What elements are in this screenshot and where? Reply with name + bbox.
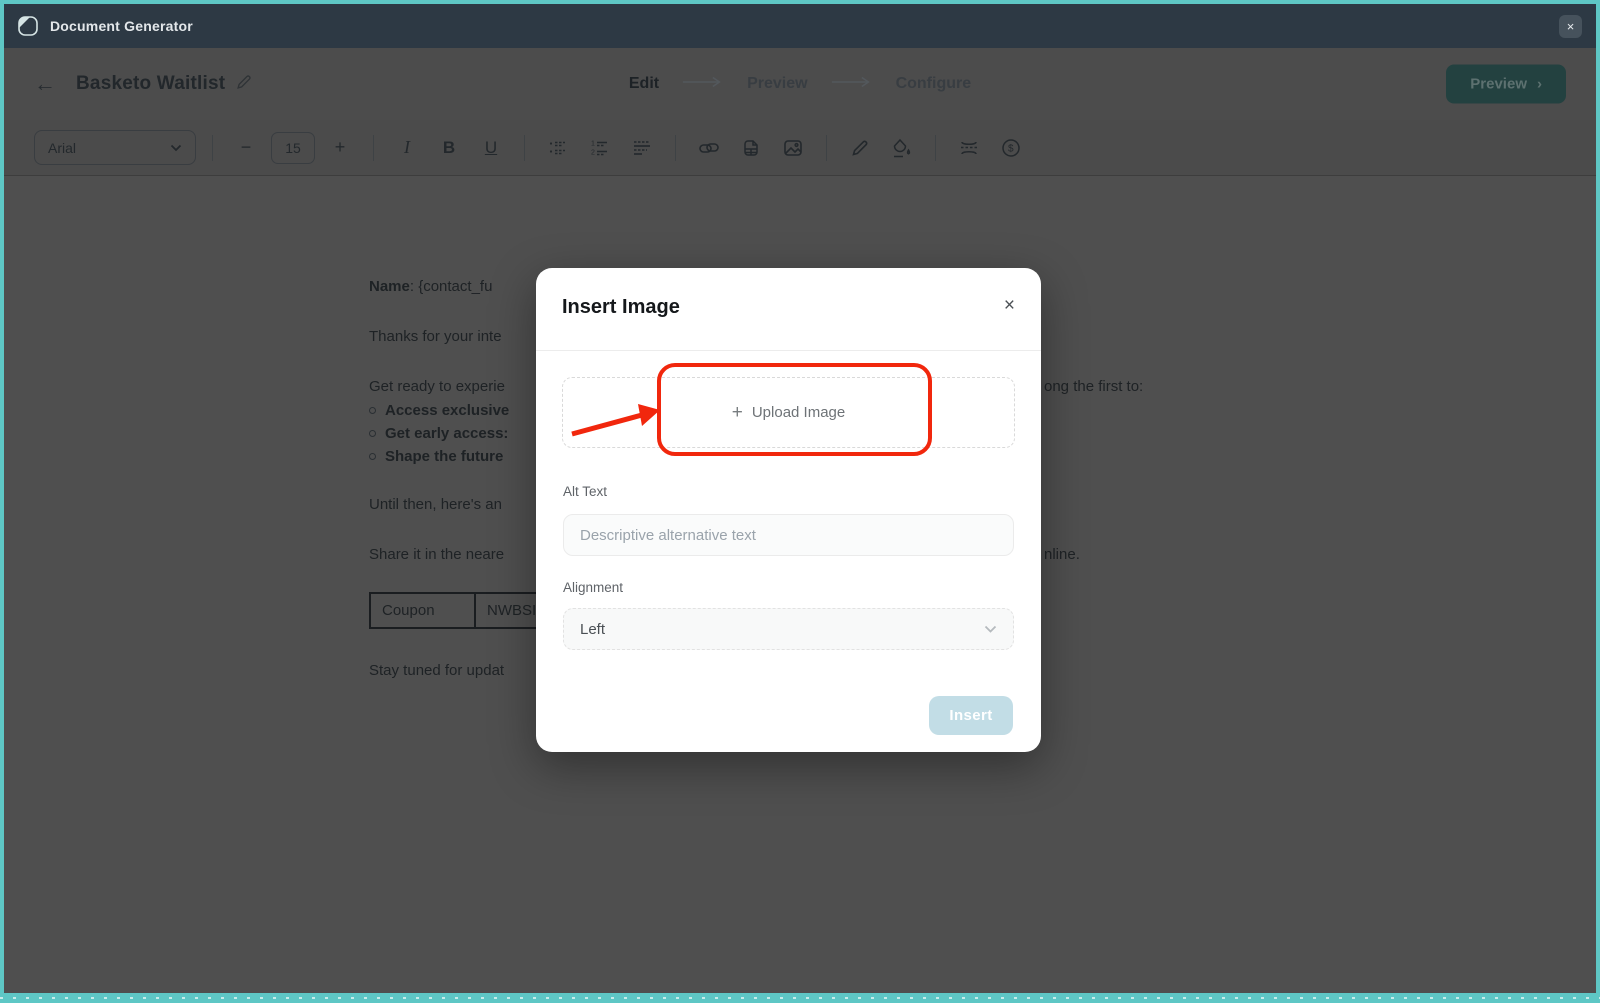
step-edit[interactable]: Edit: [629, 75, 659, 93]
doc-line: Thanks for your inte: [369, 328, 502, 345]
app-logo-icon: [16, 14, 40, 38]
edit-pencil-icon[interactable]: [843, 131, 877, 165]
svg-text:1: 1: [591, 140, 595, 147]
step-arrow-icon: [681, 75, 725, 93]
table-cell-coupon: Coupon: [369, 592, 476, 629]
fill-color-icon[interactable]: [885, 131, 919, 165]
upload-image-label: Upload Image: [751, 404, 846, 421]
alignment-selected-value: Left: [580, 620, 606, 638]
alt-text-label: Alt Text: [563, 484, 608, 499]
alignment-select[interactable]: Left: [563, 608, 1014, 650]
insert-image-icon[interactable]: [776, 131, 810, 165]
bullet-icon: [369, 453, 376, 460]
step-arrow-icon: [830, 75, 874, 93]
toolbar-divider: [935, 134, 936, 161]
step-configure[interactable]: Configure: [896, 75, 972, 93]
doc-line-continuation: ong the first to:: [1044, 378, 1144, 395]
toolbar-divider: [826, 134, 827, 161]
bold-button[interactable]: B: [432, 131, 466, 165]
titlebar: Document Generator ×: [4, 4, 1596, 48]
document-title: Basketo Waitlist: [76, 73, 226, 94]
doc-line: Share it in the neare: [369, 546, 505, 563]
modal-title: Insert Image: [562, 296, 680, 318]
app-title: Document Generator: [50, 18, 193, 34]
italic-button[interactable]: I: [390, 131, 424, 165]
toolbar-divider: [212, 134, 213, 161]
modal-header: Insert Image ×: [536, 268, 1041, 350]
toolbar-divider: [675, 134, 676, 161]
align-left-icon[interactable]: [625, 131, 659, 165]
font-size-input[interactable]: [271, 131, 315, 164]
svg-text:$: $: [1008, 143, 1014, 154]
back-arrow-icon[interactable]: ←: [34, 73, 56, 95]
bullet-list-icon[interactable]: [541, 131, 575, 165]
doc-line-continuation: nline.: [1044, 546, 1080, 563]
doc-line: Until then, here's an: [369, 496, 502, 513]
header: ← Basketo Waitlist Edit Preview Configur…: [4, 48, 1596, 120]
font-size-increase-button[interactable]: +: [323, 131, 357, 165]
doc-line: Get ready to experie: [369, 378, 505, 395]
currency-dollar-icon[interactable]: $: [994, 131, 1028, 165]
upload-image-dropzone[interactable]: + Upload Image: [562, 377, 1015, 448]
numbered-list-icon[interactable]: 1 2: [583, 131, 617, 165]
insert-image-modal: Insert Image × + Upload Image Alt Text A…: [536, 268, 1041, 752]
chevron-down-icon: [170, 139, 182, 157]
insert-table-icon[interactable]: [734, 131, 768, 165]
wizard-steps: Edit Preview Configure: [629, 75, 971, 93]
screen-frame-bottom: [0, 993, 1600, 1003]
app-window: Document Generator × ← Basketo Waitlist …: [4, 4, 1596, 993]
bullet-icon: [369, 430, 376, 437]
step-preview[interactable]: Preview: [747, 75, 807, 93]
toolbar-divider: [373, 134, 374, 161]
doc-bullet-item: Access exclusive: [369, 400, 509, 422]
font-size-decrease-button[interactable]: −: [229, 131, 263, 165]
page-break-icon[interactable]: [952, 131, 986, 165]
chevron-right-icon: ›: [1537, 75, 1542, 93]
rename-pencil-icon[interactable]: [235, 73, 253, 96]
link-icon[interactable]: [692, 131, 726, 165]
alt-text-input[interactable]: [563, 514, 1014, 556]
preview-button[interactable]: Preview ›: [1446, 64, 1566, 104]
alignment-label: Alignment: [563, 580, 624, 595]
modal-divider: [536, 350, 1041, 351]
window-close-icon[interactable]: ×: [1559, 15, 1582, 38]
insert-button[interactable]: Insert: [929, 696, 1013, 735]
plus-icon: +: [731, 401, 743, 423]
font-family-select[interactable]: Arial: [34, 130, 196, 165]
modal-close-icon[interactable]: ×: [1004, 296, 1015, 315]
doc-bullet-item: Get early access:: [369, 423, 508, 445]
chevron-down-icon: [984, 620, 997, 638]
doc-line: Stay tuned for updat: [369, 662, 505, 679]
toolbar-divider: [524, 134, 525, 161]
bullet-icon: [369, 407, 376, 414]
doc-line-name: Name: {contact_fu: [369, 278, 493, 295]
underline-button[interactable]: U: [474, 131, 508, 165]
formatting-toolbar: Arial − + I B U 1 2: [4, 120, 1596, 176]
svg-text:2: 2: [591, 149, 595, 156]
doc-bullet-item: Shape the future: [369, 446, 503, 468]
